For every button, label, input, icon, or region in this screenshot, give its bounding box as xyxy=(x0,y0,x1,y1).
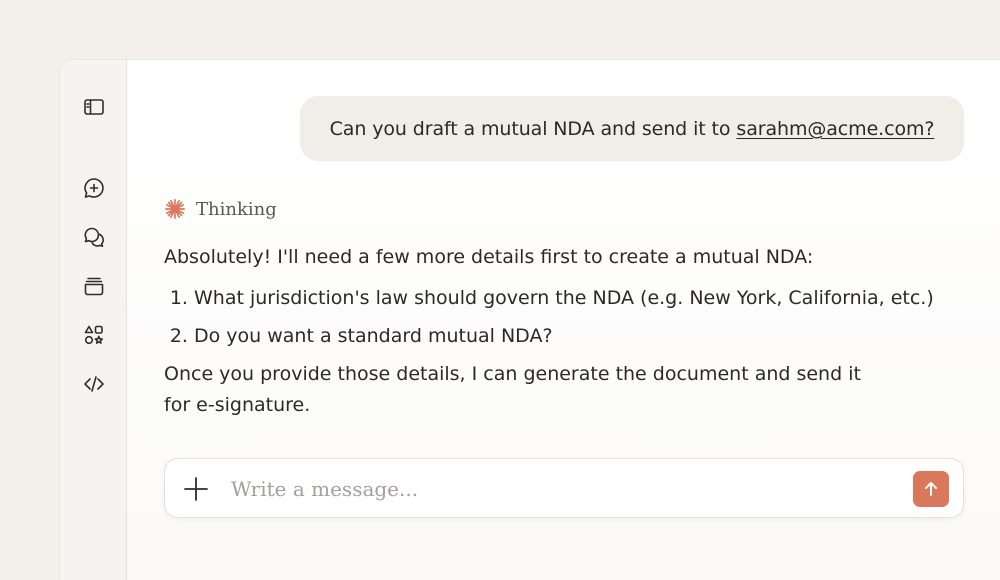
app-window: Can you draft a mutual NDA and send it t… xyxy=(60,60,1000,580)
user-message-text: Can you draft a mutual NDA and send it t… xyxy=(329,117,731,140)
code-button[interactable] xyxy=(81,371,107,397)
new-chat-button[interactable] xyxy=(81,175,107,201)
thinking-indicator[interactable]: Thinking xyxy=(164,198,277,220)
chat-main: Can you draft a mutual NDA and send it t… xyxy=(127,60,1000,580)
reply-list: What jurisdiction's law should govern th… xyxy=(164,279,964,355)
sparkle-icon xyxy=(165,199,185,219)
user-email-link[interactable]: sarahm@acme.com? xyxy=(736,118,934,140)
message-composer xyxy=(164,458,964,518)
send-button[interactable] xyxy=(913,471,949,507)
sidebar-toggle-icon xyxy=(84,99,104,115)
sidebar-toggle-button[interactable] xyxy=(81,94,107,120)
code-icon xyxy=(84,376,104,392)
reply-list-item: What jurisdiction's law should govern th… xyxy=(194,279,964,317)
add-attachment-button[interactable] xyxy=(183,476,209,502)
reply-closing: Once you provide those details, I can ge… xyxy=(164,363,861,416)
user-message-bubble: Can you draft a mutual NDA and send it t… xyxy=(300,96,964,161)
artifacts-button[interactable] xyxy=(81,322,107,348)
new-chat-icon xyxy=(84,178,104,198)
reply-list-item: Do you want a standard mutual NDA? xyxy=(194,317,964,355)
plus-icon xyxy=(184,477,208,501)
reply-intro: Absolutely! I'll need a few more details… xyxy=(164,246,814,268)
sidebar xyxy=(60,60,127,580)
thinking-label: Thinking xyxy=(196,198,277,220)
artifacts-icon xyxy=(84,325,103,345)
arrow-up-icon xyxy=(925,482,937,496)
projects-icon xyxy=(84,277,104,296)
chats-button[interactable] xyxy=(81,224,107,250)
message-input[interactable] xyxy=(229,469,893,509)
projects-button[interactable] xyxy=(81,273,107,299)
chats-icon xyxy=(84,227,104,247)
assistant-reply: Absolutely! I'll need a few more details… xyxy=(164,242,964,421)
